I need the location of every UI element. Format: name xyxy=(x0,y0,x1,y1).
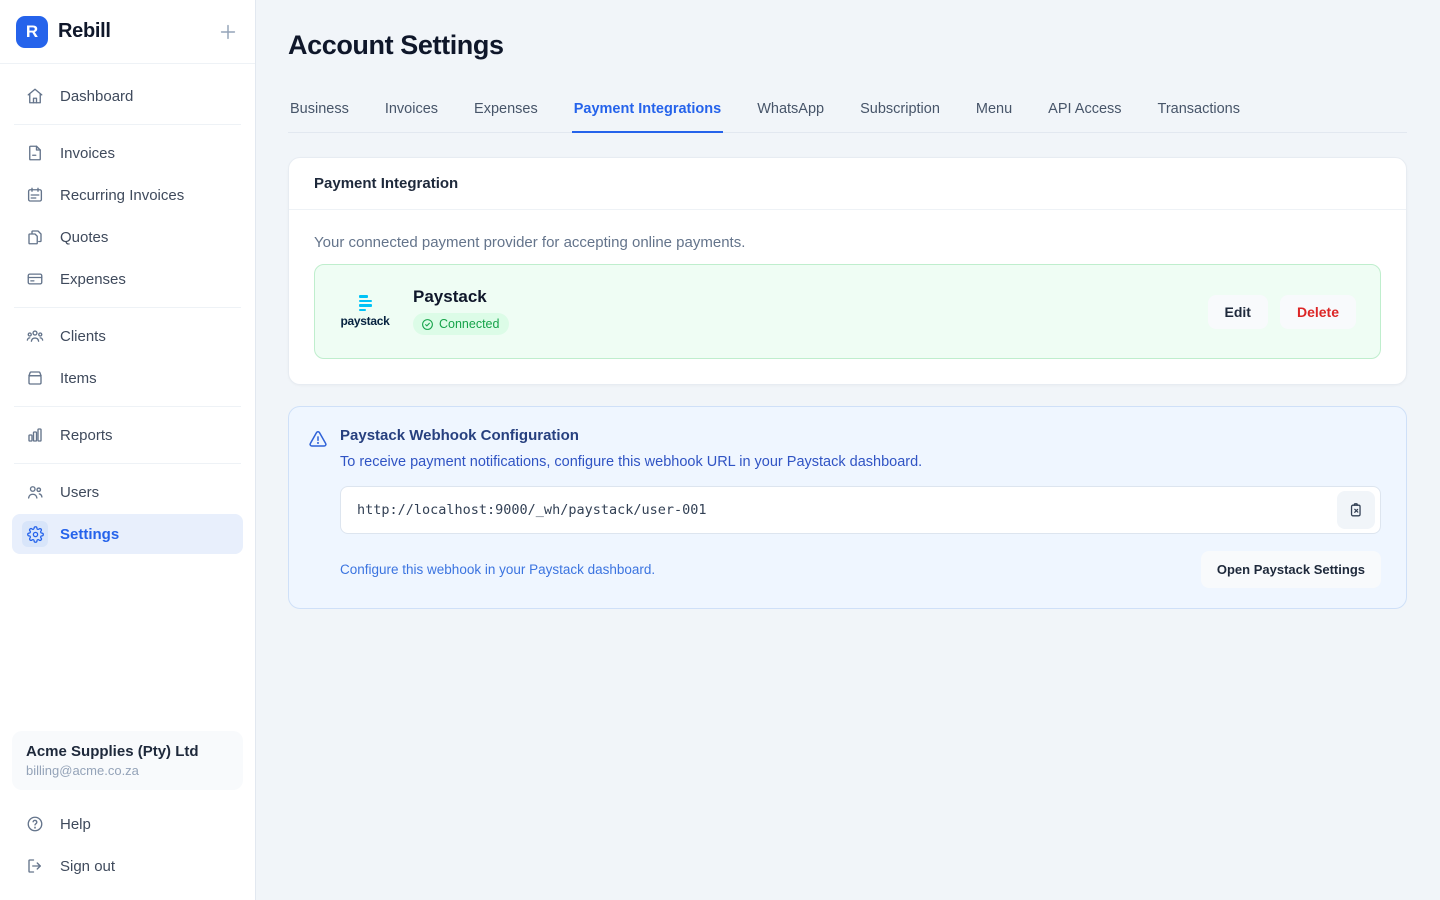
sidebar-item-quotes[interactable]: Quotes xyxy=(12,217,243,257)
divider xyxy=(14,463,241,464)
user-card[interactable]: Acme Supplies (Pty) Ltd billing@acme.co.… xyxy=(12,731,243,790)
sidebar-item-label: Settings xyxy=(60,526,119,543)
webhook-title: Paystack Webhook Configuration xyxy=(340,427,1381,444)
bar-chart-icon xyxy=(22,422,48,448)
open-paystack-settings-button[interactable]: Open Paystack Settings xyxy=(1201,551,1381,588)
add-button[interactable] xyxy=(217,21,239,43)
sidebar-item-reports[interactable]: Reports xyxy=(12,415,243,455)
divider xyxy=(14,307,241,308)
help-circle-icon xyxy=(22,811,48,837)
sidebar-item-users[interactable]: Users xyxy=(12,472,243,512)
users-icon xyxy=(22,479,48,505)
sign-out-label: Sign out xyxy=(60,858,115,875)
sidebar-item-recurring-invoices[interactable]: Recurring Invoices xyxy=(12,175,243,215)
user-email: billing@acme.co.za xyxy=(26,763,229,778)
webhook-configure-link[interactable]: Configure this webhook in your Paystack … xyxy=(340,562,655,577)
webhook-url-input[interactable] xyxy=(340,486,1381,534)
sidebar-item-settings[interactable]: Settings xyxy=(12,514,243,554)
settings-tabs: Business Invoices Expenses Payment Integ… xyxy=(288,91,1407,133)
sidebar-item-dashboard[interactable]: Dashboard xyxy=(12,76,243,116)
webhook-footer: Configure this webhook in your Paystack … xyxy=(340,551,1381,588)
card-header: Payment Integration xyxy=(289,158,1406,210)
tab-menu[interactable]: Menu xyxy=(974,91,1014,133)
clipboard-copy-icon xyxy=(1348,502,1365,519)
copy-button[interactable] xyxy=(1337,491,1375,529)
status-badge: Connected xyxy=(413,313,509,335)
sidebar-footer: Acme Supplies (Pty) Ltd billing@acme.co.… xyxy=(0,719,255,900)
card-body: Your connected payment provider for acce… xyxy=(289,210,1406,384)
tab-api-access[interactable]: API Access xyxy=(1046,91,1123,133)
brand-initial: R xyxy=(26,22,38,42)
provider-info: Paystack Connected xyxy=(413,287,509,336)
sidebar-item-clients[interactable]: Clients xyxy=(12,316,243,356)
user-company: Acme Supplies (Pty) Ltd xyxy=(26,743,229,760)
plus-icon xyxy=(217,21,239,43)
tab-invoices[interactable]: Invoices xyxy=(383,91,440,133)
sidebar-item-expenses[interactable]: Expenses xyxy=(12,259,243,299)
sidebar-item-label: Invoices xyxy=(60,145,115,162)
sidebar-item-label: Recurring Invoices xyxy=(60,187,184,204)
divider xyxy=(14,124,241,125)
provider-name: Paystack xyxy=(413,287,509,307)
webhook-config-card: Paystack Webhook Configuration To receiv… xyxy=(288,406,1407,609)
sidebar-header: R Rebill xyxy=(0,0,255,64)
copy-pages-icon xyxy=(22,224,48,250)
edit-button[interactable]: Edit xyxy=(1208,295,1268,329)
sidebar-item-items[interactable]: Items xyxy=(12,358,243,398)
people-group-icon xyxy=(22,323,48,349)
sidebar-item-label: Dashboard xyxy=(60,88,133,105)
sidebar-item-label: Items xyxy=(60,370,97,387)
tab-whatsapp[interactable]: WhatsApp xyxy=(755,91,826,133)
sign-out-button[interactable]: Sign out xyxy=(12,846,243,886)
gear-icon xyxy=(22,521,48,547)
sidebar-item-label: Quotes xyxy=(60,229,108,246)
credit-card-icon xyxy=(22,266,48,292)
calendar-icon xyxy=(22,182,48,208)
warning-triangle-icon xyxy=(308,427,328,588)
provider-actions: Edit Delete xyxy=(1208,295,1356,329)
paystack-logo: paystack xyxy=(339,295,391,328)
file-icon xyxy=(22,140,48,166)
paystack-wordmark: paystack xyxy=(341,314,390,328)
sidebar-nav: Dashboard Invoices Recurring Invoices Qu… xyxy=(0,64,255,719)
log-out-icon xyxy=(22,853,48,879)
brand-name: Rebill xyxy=(58,20,111,43)
sidebar-item-label: Clients xyxy=(60,328,106,345)
brand-logo: R xyxy=(16,16,48,48)
payment-integration-card: Payment Integration Your connected payme… xyxy=(288,157,1407,385)
main-content: Account Settings Business Invoices Expen… xyxy=(256,0,1440,900)
status-label: Connected xyxy=(439,317,499,331)
help-button[interactable]: Help xyxy=(12,804,243,844)
sidebar-item-label: Reports xyxy=(60,427,113,444)
tab-expenses[interactable]: Expenses xyxy=(472,91,540,133)
tab-transactions[interactable]: Transactions xyxy=(1156,91,1242,133)
provider-description: Your connected payment provider for acce… xyxy=(314,234,1381,251)
check-circle-icon xyxy=(421,318,434,331)
provider-row: paystack Paystack Connected Edit Delete xyxy=(314,264,1381,359)
sidebar: R Rebill Dashboard Invoices Recurring In… xyxy=(0,0,256,900)
tab-payment-integrations[interactable]: Payment Integrations xyxy=(572,91,723,133)
paystack-mark-icon xyxy=(359,295,372,311)
sidebar-item-label: Users xyxy=(60,484,99,501)
webhook-url-wrap xyxy=(340,486,1381,534)
sidebar-item-label: Expenses xyxy=(60,271,126,288)
delete-button[interactable]: Delete xyxy=(1280,295,1356,329)
card-title: Payment Integration xyxy=(314,175,1381,192)
tab-subscription[interactable]: Subscription xyxy=(858,91,942,133)
tab-business[interactable]: Business xyxy=(288,91,351,133)
page-title: Account Settings xyxy=(288,30,1407,61)
divider xyxy=(14,406,241,407)
webhook-description: To receive payment notifications, config… xyxy=(340,454,1381,470)
sidebar-item-invoices[interactable]: Invoices xyxy=(12,133,243,173)
help-label: Help xyxy=(60,816,91,833)
webhook-content: Paystack Webhook Configuration To receiv… xyxy=(340,427,1381,588)
archive-box-icon xyxy=(22,365,48,391)
home-icon xyxy=(22,83,48,109)
